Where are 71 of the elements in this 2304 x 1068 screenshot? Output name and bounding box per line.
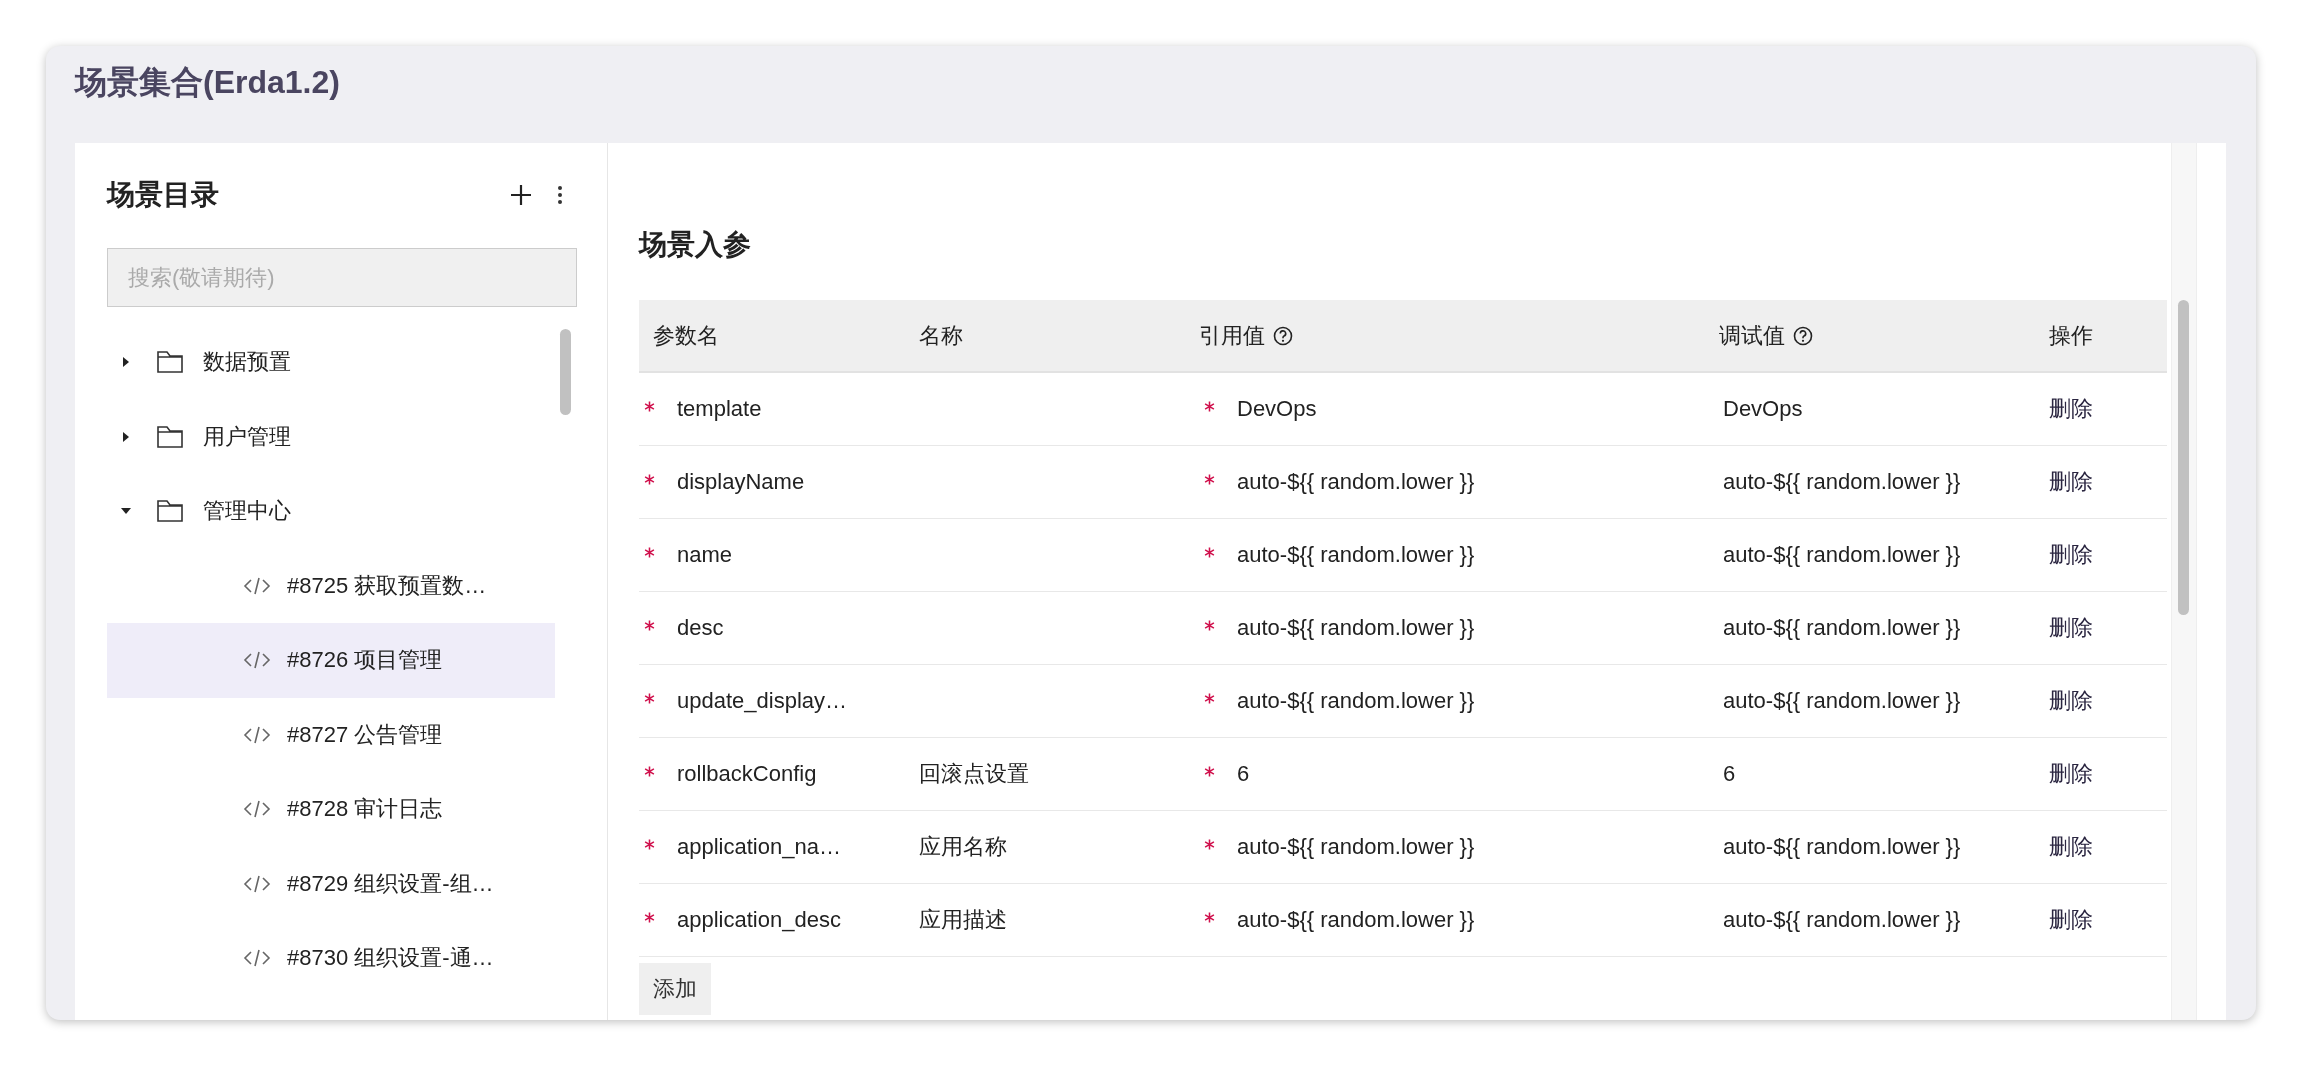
tree-item[interactable]: 管理中心: [107, 474, 555, 549]
tree-item[interactable]: #8729 组织设置-组…: [107, 846, 555, 921]
code-icon: [243, 651, 271, 670]
add-button[interactable]: 添加: [639, 962, 711, 1015]
debug-value[interactable]: 6: [1723, 760, 1736, 786]
debug-value[interactable]: auto-${{ random.lower }}: [1723, 687, 1961, 713]
debug-value[interactable]: DevOps: [1723, 395, 1803, 421]
code-icon: [243, 949, 271, 968]
scrollbar-thumb[interactable]: [560, 329, 571, 415]
reference-value[interactable]: 6: [1237, 760, 1250, 786]
folder-icon: [157, 500, 183, 523]
param-name: rollbackConfig: [677, 760, 817, 786]
reference-value[interactable]: auto-${{ random.lower }}: [1237, 468, 1475, 494]
param-label: 应用名称: [919, 833, 1007, 859]
section-title: 场景入参: [639, 228, 752, 262]
tree-item[interactable]: #8728 审计日志: [107, 772, 555, 847]
reference-value[interactable]: auto-${{ random.lower }}: [1237, 906, 1475, 932]
tree-item[interactable]: #8727 公告管理: [107, 697, 555, 772]
caret-right-icon[interactable]: [121, 357, 131, 368]
caret-right-icon[interactable]: [121, 431, 131, 442]
column-header: 调试值: [1719, 322, 1785, 348]
debug-value[interactable]: auto-${{ random.lower }}: [1723, 906, 1961, 932]
param-name: displayName: [677, 468, 805, 494]
help-icon[interactable]: [1273, 325, 1293, 346]
debug-value[interactable]: auto-${{ random.lower }}: [1723, 468, 1961, 494]
param-name: application_na…: [677, 833, 841, 859]
tree-item[interactable]: 数据预置: [107, 325, 555, 400]
param-name: update_display…: [677, 687, 847, 713]
delete-link[interactable]: 删除: [2049, 614, 2093, 640]
delete-link[interactable]: 删除: [2049, 760, 2093, 786]
column-header: 参数名: [653, 322, 719, 348]
reference-value[interactable]: DevOps: [1237, 395, 1317, 421]
delete-link[interactable]: 删除: [2049, 468, 2093, 494]
param-name: template: [677, 395, 762, 421]
debug-value[interactable]: auto-${{ random.lower }}: [1723, 614, 1961, 640]
tree-item[interactable]: 用户管理: [107, 399, 555, 474]
search-field[interactable]: 搜索(敬请期待): [107, 248, 577, 307]
delete-link[interactable]: 删除: [2049, 906, 2093, 932]
delete-link[interactable]: 删除: [2049, 833, 2093, 859]
reference-value[interactable]: auto-${{ random.lower }}: [1237, 687, 1475, 713]
add-icon[interactable]: [509, 183, 533, 207]
window-title: 场景集合(Erda1.2): [73, 62, 341, 102]
delete-link[interactable]: 删除: [2049, 687, 2093, 713]
param-label: 回滚点设置: [919, 760, 1029, 786]
debug-value[interactable]: auto-${{ random.lower }}: [1723, 833, 1961, 859]
tree-item[interactable]: #8726 项目管理: [107, 623, 555, 698]
reference-value[interactable]: auto-${{ random.lower }}: [1237, 614, 1475, 640]
code-icon: [243, 576, 271, 595]
code-icon: [243, 725, 271, 744]
param-name: application_desc: [677, 906, 841, 932]
code-icon: [243, 800, 271, 819]
code-icon: [243, 874, 271, 893]
scrollbar-thumb[interactable]: [2178, 300, 2189, 615]
param-name: desc: [677, 614, 724, 640]
param-label: 应用描述: [919, 906, 1007, 932]
param-name: name: [677, 541, 733, 567]
help-icon[interactable]: [1793, 325, 1813, 346]
reference-value[interactable]: auto-${{ random.lower }}: [1237, 541, 1475, 567]
delete-link[interactable]: 删除: [2049, 395, 2093, 421]
column-header: 操作: [2049, 322, 2093, 348]
column-header: 名称: [919, 322, 963, 348]
reference-value[interactable]: auto-${{ random.lower }}: [1237, 833, 1475, 859]
delete-link[interactable]: 删除: [2049, 541, 2093, 567]
folder-icon: [157, 351, 183, 374]
debug-value[interactable]: auto-${{ random.lower }}: [1723, 541, 1961, 567]
tree-item[interactable]: #8730 组织设置-通…: [107, 921, 555, 996]
folder-icon: [157, 425, 183, 448]
tree-item[interactable]: #8725 获取预置数…: [107, 548, 555, 623]
more-icon[interactable]: [557, 185, 563, 205]
column-header: 引用值: [1199, 322, 1265, 348]
sidebar-title: 场景目录: [107, 178, 220, 212]
